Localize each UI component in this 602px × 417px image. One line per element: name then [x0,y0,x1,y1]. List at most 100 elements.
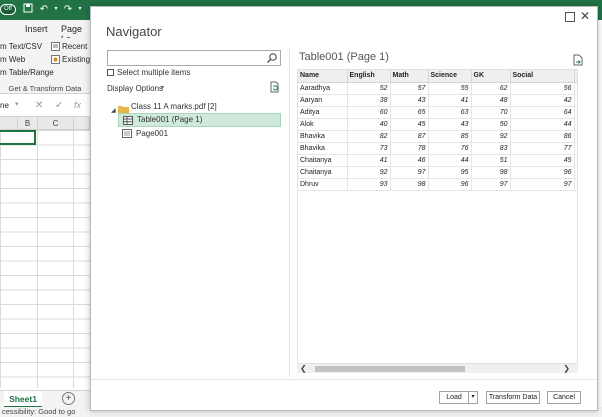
table-cell-value: 41 [347,154,391,167]
table-cell-value: 45 [390,118,429,131]
transform-data-button[interactable]: Transform Data [486,391,540,404]
existing-connections-button[interactable]: Existing [62,55,90,64]
table-cell-value: 48 [471,94,511,107]
enter-entry-icon[interactable]: ✓ [55,100,63,111]
column-header-b[interactable]: B [18,117,38,130]
scroll-left-icon[interactable]: ❮ [300,364,307,374]
table-cell-name: Aaradhya [298,82,348,95]
table-cell-name: Bhavika [298,142,348,155]
table-cell-value [574,178,577,191]
table-icon [123,116,133,125]
table-cell-value: 83 [471,142,511,155]
table-cell-value: 44 [428,154,472,167]
column-header[interactable]: English [347,70,391,83]
from-text-csv-button[interactable]: m Text/CSV [0,42,42,51]
search-input[interactable] [107,50,281,66]
table-cell-value: 64 [510,106,575,119]
table-cell-name: Dhruv [298,178,348,191]
table-cell-name: Alok [298,118,348,131]
horizontal-scrollbar[interactable]: ❮ ❯ [297,363,578,373]
expand-triangle-icon[interactable]: ◢ [111,107,116,114]
maximize-icon[interactable] [565,12,575,22]
table-cell-value: 41 [428,94,472,107]
table-cell-value: 43 [390,94,429,107]
save-icon[interactable] [22,3,34,16]
select-multiple-checkbox[interactable] [107,69,114,76]
add-sheet-icon[interactable]: + [62,392,75,405]
table-cell-value: 62 [471,82,511,95]
name-box-dropdown-icon[interactable]: ▾ [15,100,19,108]
undo-icon[interactable]: ↶ [38,3,50,16]
table-cell-value: 63 [428,106,472,119]
preview-table: Name English Math Science GK Social IT A… [298,70,577,191]
table-cell-value [574,166,577,179]
column-header[interactable]: GK [471,70,511,83]
scroll-right-icon[interactable]: ❯ [563,364,570,374]
scrollbar-thumb[interactable] [315,366,465,372]
name-box[interactable]: ne [0,101,14,114]
table-cell-value: 73 [347,142,391,155]
table-cell-value: 87 [390,130,429,143]
footer-divider [91,379,597,380]
search-icon[interactable] [266,52,278,64]
tree-item-label: Page001 [136,129,169,138]
existing-connections-icon [51,55,60,64]
undo-dropdown-icon[interactable]: ▾ [50,3,62,16]
table-cell-value [574,82,577,95]
table-cell-value: 45 [510,154,575,167]
corner-select-all[interactable] [0,117,18,130]
table-cell-value: 95 [428,166,472,179]
sheet-bar: Sheet1 + [0,390,90,408]
table-cell-value: 97 [390,166,429,179]
close-icon[interactable]: ✕ [580,9,590,23]
column-header-d[interactable] [74,117,90,130]
table-cell-value [574,106,577,119]
redo-icon[interactable]: ↷ [62,3,74,16]
tab-insert[interactable]: Insert [25,24,48,34]
table-cell-name: Chaitanya [298,154,348,167]
navigator-dialog: ✕ Navigator Select multiple items Displa… [90,6,598,411]
column-header[interactable]: Name [298,70,348,83]
cancel-button[interactable]: Cancel [547,391,581,404]
sheet-tab-sheet1[interactable]: Sheet1 [4,391,42,408]
table-cell-value: 55 [428,82,472,95]
column-header[interactable]: IT [574,70,577,83]
active-cell[interactable] [0,130,36,145]
preview-table-container[interactable]: Name English Math Science GK Social IT A… [297,69,578,373]
tree-item-page001[interactable]: Page001 [118,127,281,141]
pane-divider[interactable] [289,47,290,377]
table-cell-value: 40 [347,118,391,131]
column-header[interactable]: Science [428,70,472,83]
preview-title: Table001 (Page 1) [299,51,389,63]
redo-dropdown-icon[interactable]: ▾ [74,3,86,16]
cancel-entry-icon[interactable]: ✕ [35,100,43,111]
table-cell-value: 56 [510,82,575,95]
column-header[interactable]: Social [510,70,575,83]
tree-item-table001[interactable]: Table001 (Page 1) [118,113,281,127]
from-web-button[interactable]: m Web [0,55,25,64]
table-cell-value: 60 [347,106,391,119]
tree-file-node[interactable]: Class 11 A marks.pdf [2] [131,100,217,114]
column-header-c[interactable]: C [38,117,74,130]
export-icon[interactable] [573,54,583,66]
display-options-dropdown[interactable]: Display Options [107,84,163,93]
from-table-range-button[interactable]: m Table/Range [0,68,54,77]
worksheet-grid[interactable] [0,130,90,388]
load-button[interactable]: Load [439,391,469,404]
table-cell-value: 76 [428,142,472,155]
chevron-down-icon[interactable]: ▾ [161,84,164,91]
table-cell-value [574,130,577,143]
table-cell-value: 98 [390,178,429,191]
insert-function-icon[interactable]: fx [74,100,81,110]
table-cell-name: Chaitanya [298,166,348,179]
table-row: Bhavika 82 87 85 92 86 [298,130,577,143]
autosave-toggle[interactable]: Off [0,4,16,15]
table-cell-value [574,142,577,155]
table-cell-value [574,154,577,167]
table-row: Bhavika 73 78 76 83 77 [298,142,577,155]
column-header[interactable]: Math [390,70,429,83]
table-cell-value: 78 [390,142,429,155]
load-dropdown-icon[interactable]: ▾ [468,391,478,404]
refresh-icon[interactable] [269,81,281,93]
table-cell-name: Bhavika [298,130,348,143]
